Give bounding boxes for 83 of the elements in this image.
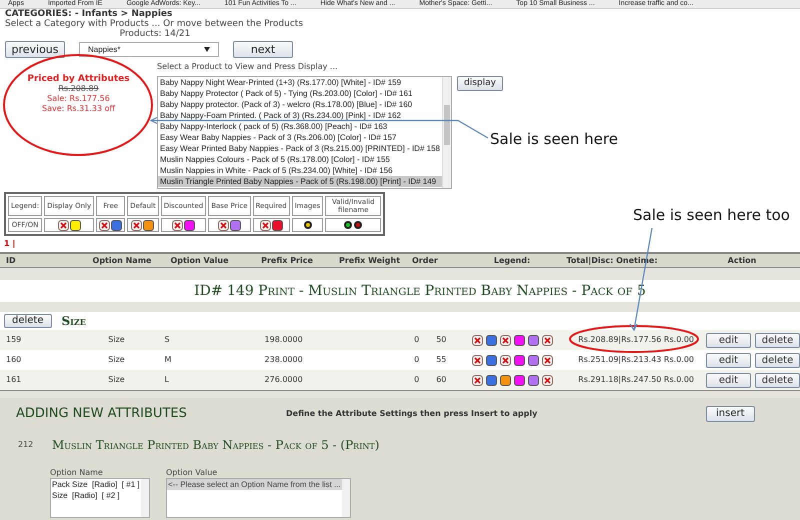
breadcrumb: CATEGORIES: - Infants > Nappies: [5, 9, 172, 19]
table-cell-text: 160: [5, 354, 22, 366]
panel-title: ADDING NEW ATTRIBUTES: [16, 405, 188, 423]
insert-button[interactable]: insert: [706, 406, 755, 422]
list-option[interactable]: Baby Nappy Protector ( Pack of 5) - Tying (Rs.203.00) [Color] - ID# 161: [158, 88, 442, 99]
table-cell-text: Rs.251.09|Rs.213.43 Rs.0.00: [578, 354, 695, 366]
annotation-text: Sale is seen here too: [633, 205, 790, 226]
list-option[interactable]: Baby Nappy-Foam Printed. ( Pack of 3) (Rs.234.00) [Pink] - ID# 162: [158, 110, 442, 121]
previous-button[interactable]: previous: [5, 41, 65, 58]
product-prompt: Select a Product to View and Press Display ...: [157, 62, 338, 72]
column-header: Option Name: [92, 254, 152, 266]
product-name: Muslin Triangle Printed Baby Nappies - Pack of 5 - (Print): [52, 436, 380, 454]
list-option[interactable]: Easy Wear Baby Nappies - Pack of 3 (Rs.206.00) [Color] - ID# 157: [158, 132, 442, 143]
off-icon: [99, 220, 110, 230]
column-header: Option Value: [169, 254, 230, 266]
delete-button[interactable]: delete: [755, 372, 800, 388]
list-option[interactable]: Easy Wear Printed Baby Nappies - Pack of 3 (Rs.215.00) [PRINTED] - ID# 158: [158, 143, 442, 154]
table-cell-text: Rs.291.18|Rs.247.50 Rs.0.00: [578, 374, 695, 386]
product-id: 212: [17, 438, 34, 450]
product-listbox[interactable]: [157, 76, 452, 189]
list-option[interactable]: <-- Please select an Option Name from the list ...: [167, 478, 342, 490]
off-icon: [172, 220, 183, 230]
off-icon: [131, 220, 142, 230]
table-cell-text: 276.0000: [264, 374, 304, 386]
table-cell-text: 198.0000: [264, 334, 304, 346]
delete-button[interactable]: delete: [755, 332, 800, 348]
option-name-listbox[interactable]: Pack Size [Radio] [ #1 ] Size [Radio] [ #2 ]: [50, 478, 150, 518]
column-header: Prefix Price: [260, 254, 314, 266]
table-cell-text: 159: [5, 334, 22, 346]
instruction-text: Select a Category with Products ... Or move between the Products: [5, 19, 304, 29]
column-header: Legend:: [492, 254, 532, 266]
table-cell-text: 55: [435, 354, 446, 366]
list-option[interactable]: Muslin Nappies in White - Pack of 5 (Rs.234.00) [White] - ID# 156: [158, 165, 442, 176]
group-name: Size: [62, 313, 86, 330]
price-heading: Priced by Attributes: [27, 74, 130, 84]
delete-button[interactable]: delete: [4, 314, 52, 328]
list-option[interactable]: Muslin Nappies Colours - Pack of 5 (Rs.178.00) [Color] - ID# 155: [158, 154, 442, 165]
table-cell-text: Size: [107, 354, 126, 366]
table-cell-text: 0: [413, 354, 420, 366]
dropdown-icon: [204, 47, 210, 52]
off-icon: [218, 220, 229, 230]
product-count: Products: 14/21: [120, 29, 190, 39]
delete-button[interactable]: delete: [755, 352, 800, 368]
list-option[interactable]: Baby Nappy-Interlock ( pack of 5) (Rs.368.00) [Peach] - ID# 163: [158, 121, 442, 132]
edit-button[interactable]: edit: [706, 332, 751, 348]
edit-button[interactable]: edit: [706, 352, 751, 368]
column-header: Prefix Weight: [338, 254, 402, 266]
table-cell-text: 0: [413, 374, 420, 386]
field-label: Option Name: [50, 468, 104, 478]
table-cell-text: Size: [107, 334, 126, 346]
annotation-text: Sale is seen here: [490, 129, 618, 150]
field-label: Option Value: [166, 468, 218, 478]
off-icon: [260, 220, 271, 230]
page-link[interactable]: 1 |: [0, 239, 20, 249]
panel-hint: Define the Attribute Settings then press Insert to apply: [286, 408, 538, 420]
option-value-listbox[interactable]: <-- Please select an Option Name from the list ...: [166, 478, 351, 518]
table-cell-text: S: [163, 334, 171, 346]
table-cell-text: Rs.208.89|Rs.177.56 Rs.0.00: [578, 334, 695, 346]
next-button[interactable]: next: [233, 41, 293, 58]
list-option[interactable]: Baby Nappy protector. (Pack of 3) - welcro (Rs.178.00) [Blue] - ID# 160: [158, 99, 442, 110]
saving-text: Save: Rs.31.33 off: [42, 104, 115, 114]
table-cell-text: 161: [5, 374, 22, 386]
table-cell-text: 60: [435, 374, 446, 386]
table-cell-text: 238.0000: [264, 354, 304, 366]
table-cell-text: L: [163, 374, 170, 386]
category-select[interactable]: Nappies*: [79, 42, 219, 57]
list-option[interactable]: Pack Size [Radio] [ #1 ]: [51, 478, 141, 490]
table-cell-text: Size: [107, 374, 126, 386]
column-header: ID: [5, 254, 17, 266]
scrollbar[interactable]: [442, 77, 451, 188]
table-cell-text: 0: [413, 334, 420, 346]
column-header: Action: [726, 254, 758, 266]
display-button[interactable]: display: [457, 76, 503, 91]
off-icon: [58, 220, 69, 230]
list-option[interactable]: Size [Radio] [ #2 ]: [51, 490, 141, 500]
table-cell-text: M: [163, 354, 172, 366]
table-cell-text: 50: [435, 334, 446, 346]
edit-button[interactable]: edit: [706, 372, 751, 388]
sale-price: Sale: Rs.177.56: [47, 94, 110, 104]
old-price: Rs.208.89: [58, 84, 99, 94]
column-header: Order: [412, 254, 439, 266]
list-option[interactable]: Baby Nappy Night Wear-Printed (1+3) (Rs.177.00) [White] - ID# 159: [158, 77, 442, 88]
list-option[interactable]: Muslin Triangle Printed Baby Nappies - Pack of 5 (Rs.198.00) [Print] - ID# 149: [158, 176, 442, 187]
